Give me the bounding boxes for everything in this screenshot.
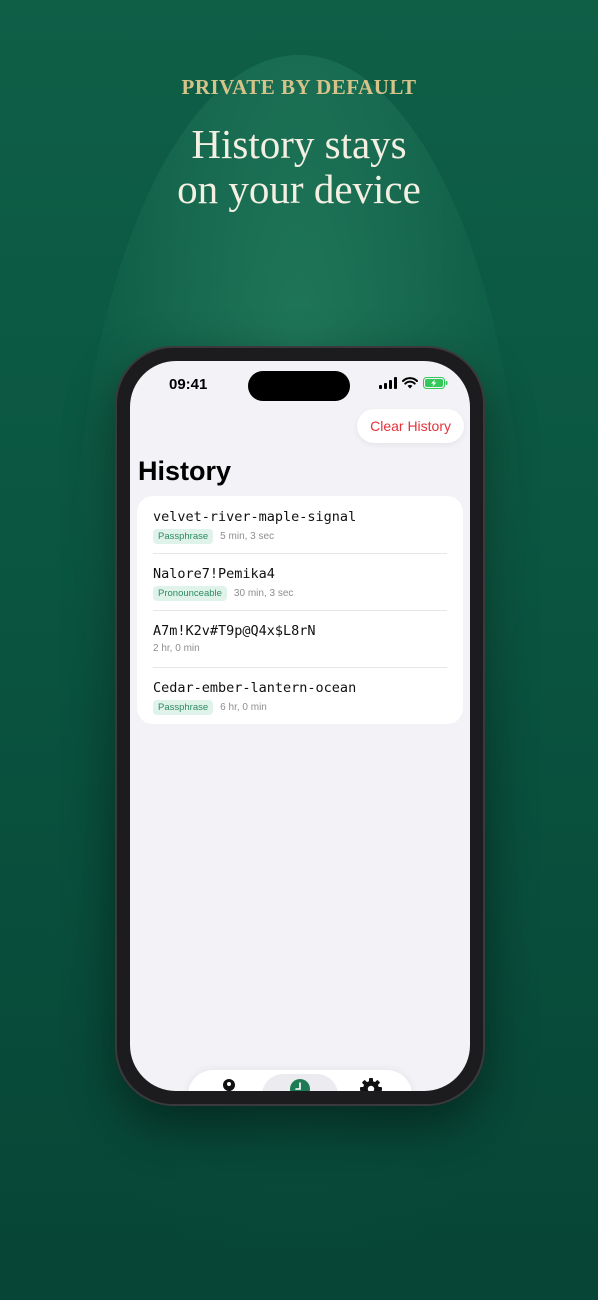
tab-settings[interactable] — [340, 1074, 402, 1091]
tab-generate[interactable] — [198, 1074, 260, 1091]
clear-history-button[interactable]: Clear History — [357, 409, 464, 443]
phone-screen: 09:41 Clear History History velvet-river… — [130, 361, 470, 1091]
history-meta: Passphrase 6 hr, 0 min — [153, 700, 267, 715]
phone-frame: 09:41 Clear History History velvet-river… — [115, 346, 485, 1106]
promo-eyebrow: PRIVATE BY DEFAULT — [181, 75, 417, 99]
clock-icon — [290, 1079, 310, 1091]
history-age: 2 hr, 0 min — [153, 643, 200, 654]
type-badge: Pronounceable — [153, 586, 227, 601]
signal-icon — [379, 377, 397, 389]
history-age: 6 hr, 0 min — [220, 702, 267, 713]
page-title: History — [138, 456, 232, 486]
history-meta: 2 hr, 0 min — [153, 643, 200, 654]
history-value: Cedar-ember-lantern-ocean — [153, 680, 357, 696]
headline-line-2: on your device — [177, 166, 421, 212]
history-row[interactable]: velvet-river-maple-signal Passphrase 5 m… — [137, 496, 463, 553]
history-value: Nalore7!Pemika4 — [153, 566, 275, 582]
history-row[interactable]: Cedar-ember-lantern-ocean Passphrase 6 h… — [137, 667, 463, 724]
history-age: 30 min, 3 sec — [233, 588, 294, 599]
tab-history[interactable] — [262, 1074, 338, 1091]
status-icons — [379, 377, 448, 389]
history-row[interactable]: A7m!K2v#T9p@Q4x$L8rN 2 hr, 0 min — [137, 610, 463, 667]
gear-icon — [360, 1078, 382, 1091]
history-meta: Passphrase 5 min, 3 sec — [153, 529, 274, 544]
battery-charging-icon — [423, 377, 448, 389]
history-list: velvet-river-maple-signal Passphrase 5 m… — [137, 496, 463, 724]
history-value: velvet-river-maple-signal — [153, 509, 357, 525]
wifi-icon — [402, 377, 418, 389]
tab-bar — [188, 1070, 412, 1091]
type-badge: Passphrase — [153, 529, 214, 544]
history-meta: Pronounceable 30 min, 3 sec — [153, 586, 293, 601]
key-icon — [223, 1079, 235, 1091]
status-time: 09:41 — [169, 376, 208, 393]
headline-line-1: History stays — [191, 121, 407, 167]
history-value: A7m!K2v#T9p@Q4x$L8rN — [153, 623, 316, 639]
promo-headline: History stays on your device — [0, 122, 598, 212]
type-badge: Passphrase — [153, 700, 214, 715]
dynamic-island — [248, 371, 350, 401]
history-row[interactable]: Nalore7!Pemika4 Pronounceable 30 min, 3 … — [137, 553, 463, 610]
history-age: 5 min, 3 sec — [220, 531, 275, 542]
